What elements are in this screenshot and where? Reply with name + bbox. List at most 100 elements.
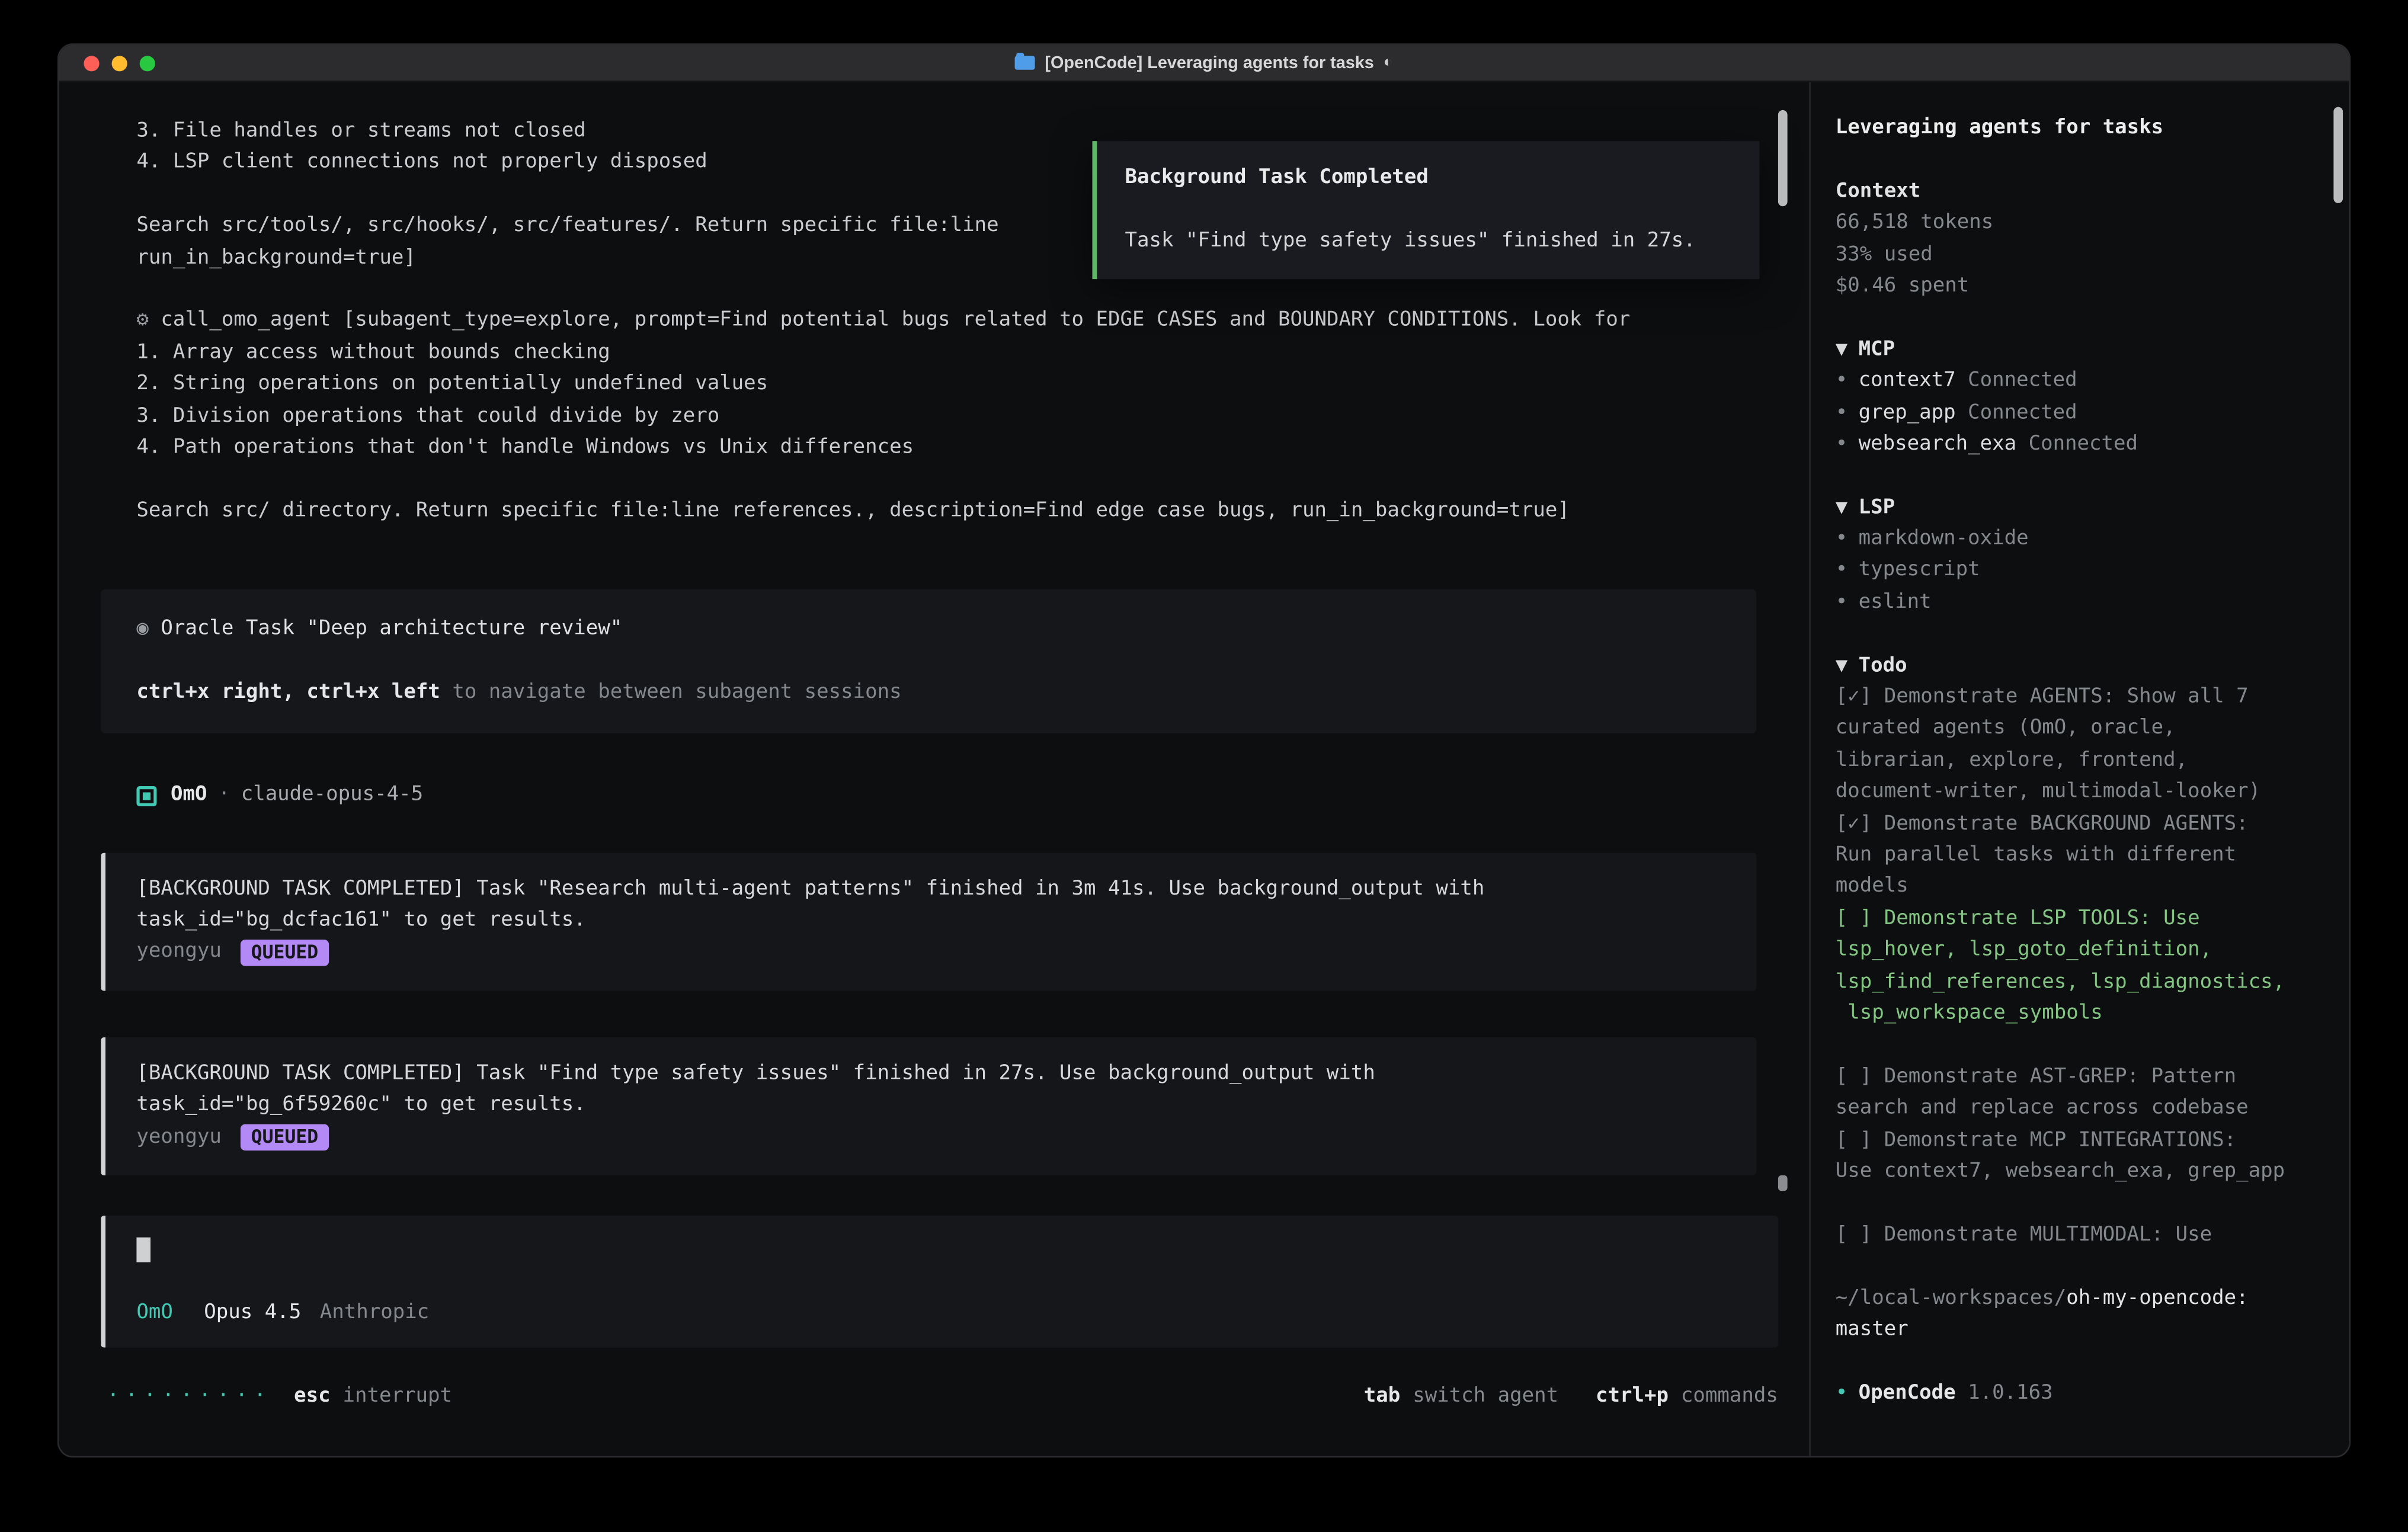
todo-item: [ ] Demonstrate AST-GREP: Pattern search… [1836, 1062, 2324, 1126]
tab-key-hint: tab [1364, 1381, 1400, 1412]
context-tokens: 66,518 tokens [1836, 208, 2324, 239]
mcp-section-header[interactable]: ▼ MCP [1836, 335, 2324, 366]
terminal-line: 4. Path operations that don't handle Win… [101, 432, 1778, 464]
spacer-line [1836, 145, 2324, 176]
context-spent: $0.46 spent [1836, 271, 2324, 303]
folder-icon [1016, 56, 1036, 70]
mcp-item: • context7 Connected [1836, 366, 2324, 398]
todo-item: [ ] Demonstrate MCP INTEGRATIONS: Use co… [1836, 1125, 2324, 1188]
todo-item: [ ] Demonstrate MULTIMODAL: Use [1836, 1220, 2324, 1252]
hint-keys: ctrl+x right, ctrl+x left [136, 681, 440, 704]
bullet-icon: • [1836, 1382, 1847, 1405]
model-status-line: OmO Opus 4.5 Anthropic [136, 1297, 1747, 1329]
terminal-line: 3. Division operations that could divide… [101, 401, 1778, 432]
message-line: task_id="bg_dcfac161" to get results. [136, 906, 1725, 937]
bullet-icon: • [1836, 591, 1847, 614]
workspace-path-prefix: ~/local-workspaces/ [1836, 1287, 2066, 1310]
record-icon: ◉ [136, 617, 148, 640]
lsp-item: •typescript [1836, 556, 2324, 587]
background-task-message: [BACKGROUND TASK COMPLETED] Task "Resear… [101, 852, 1756, 991]
spacer-line [1836, 619, 2324, 650]
lsp-heading: LSP [1859, 496, 1895, 519]
titlebar: [OpenCode] Leveraging agents for tasks ◐ [59, 45, 2349, 82]
agent-header: OmO · claude-opus-4-5 [101, 780, 1778, 812]
tool-call-line: ⚙ call_omo_agent [subagent_type=explore,… [101, 306, 1778, 338]
spacer-line [136, 646, 1725, 677]
gear-icon: ⚙ [136, 309, 148, 332]
background-task-message: [BACKGROUND TASK COMPLETED] Task "Find t… [101, 1037, 1756, 1175]
chevron-down-icon: ▼ [1836, 654, 1847, 677]
agent-name: OmO [171, 780, 207, 812]
toast-title: Background Task Completed [1125, 163, 1731, 194]
spacer-line [1836, 1347, 2324, 1378]
mcp-item: •websearch_exa Connected [1836, 430, 2324, 461]
app-version-row: •OpenCode 1.0.163 [1836, 1379, 2324, 1410]
message-meta: yeongyu QUEUED [136, 937, 1725, 969]
terminal-line: Search src/ directory. Return specific f… [101, 496, 1778, 527]
prompt-input[interactable]: OmO Opus 4.5 Anthropic [101, 1216, 1778, 1348]
input-provider-name: Anthropic [320, 1300, 429, 1323]
spacer-line [136, 1266, 1747, 1297]
spacer-line [1836, 303, 2324, 334]
oracle-task-panel: ◉ Oracle Task "Deep architecture review"… [101, 589, 1756, 734]
todo-item: [✓] Demonstrate BACKGROUND AGENTS: Run p… [1836, 809, 2324, 903]
chevron-down-icon: ▼ [1836, 496, 1847, 519]
screen: [OpenCode] Leveraging agents for tasks ◐… [0, 0, 2408, 1532]
spacer-line [101, 464, 1778, 495]
separator-dot: · [218, 780, 230, 812]
spacer-line [1836, 461, 2324, 492]
mcp-status: Connected [1968, 369, 2077, 392]
context-heading: Context [1836, 177, 2324, 208]
queued-badge: QUEUED [240, 940, 329, 966]
main-scrollbar-marker[interactable] [1778, 1175, 1788, 1191]
todo-heading: Todo [1859, 654, 1907, 677]
esc-key-hint: esc [294, 1381, 330, 1412]
close-button[interactable] [84, 55, 99, 70]
bullet-icon: • [1836, 401, 1847, 424]
workspace-path: ~/local-workspaces/oh-my-opencode: [1836, 1283, 2324, 1315]
todo-item: [✓] Demonstrate AGENTS: Show all 7 curat… [1836, 682, 2324, 809]
lsp-section-header[interactable]: ▼ LSP [1836, 493, 2324, 524]
mcp-name: context7 [1859, 369, 1956, 392]
minimize-button[interactable] [112, 55, 127, 70]
message-author: yeongyu [136, 1122, 221, 1153]
chevron-down-icon: ▼ [1836, 338, 1847, 361]
zoom-button[interactable] [140, 55, 155, 70]
todo-section-header[interactable]: ▼ Todo [1836, 650, 2324, 682]
window-title: [OpenCode] Leveraging agents for tasks [1045, 53, 1373, 72]
mcp-heading: MCP [1859, 338, 1895, 361]
oracle-task-title: Oracle Task "Deep architecture review" [161, 617, 622, 640]
agent-model: claude-opus-4-5 [241, 780, 423, 812]
message-line: task_id="bg_6f59260c" to get results. [136, 1091, 1725, 1122]
bullet-icon: • [1836, 432, 1847, 456]
oracle-task-title-line: ◉ Oracle Task "Deep architecture review" [136, 614, 1725, 646]
esc-key-label: interrupt [343, 1381, 452, 1412]
bullet-icon: • [1836, 369, 1847, 392]
lsp-name: markdown-oxide [1859, 527, 2029, 550]
context-used: 33% used [1836, 240, 2324, 271]
message-line: [BACKGROUND TASK COMPLETED] Task "Find t… [136, 1059, 1725, 1090]
bullet-icon: • [1836, 527, 1847, 550]
mcp-status: Connected [1968, 401, 2077, 424]
spacer-line [1125, 194, 1731, 226]
moon-icon: ◐ [1384, 55, 1393, 72]
mcp-name: grep_app [1859, 401, 1956, 424]
input-agent-name: OmO [136, 1300, 172, 1323]
spacer-line [1836, 1252, 2324, 1283]
lsp-item: •eslint [1836, 588, 2324, 619]
main-scrollbar-thumb[interactable] [1778, 110, 1788, 206]
background-task-toast[interactable]: Background Task Completed Task "Find typ… [1092, 141, 1759, 279]
toast-body: Task "Find type safety issues" finished … [1125, 226, 1731, 258]
message-meta: yeongyu QUEUED [136, 1122, 1725, 1153]
sidebar-scrollbar-thumb[interactable] [2333, 107, 2343, 203]
spinner-dots-icon: ········· [107, 1381, 273, 1412]
todo-item: [ ] Demonstrate LSP TOOLS: Use lsp_hover… [1836, 904, 2324, 1031]
input-cursor-line [136, 1234, 1747, 1265]
session-sidebar: Leveraging agents for tasks Context 66,5… [1809, 82, 2349, 1456]
app-name: OpenCode [1859, 1382, 1956, 1405]
ctrlp-key-hint: ctrl+p [1596, 1384, 1669, 1407]
workspace-repo: oh-my-opencode: [2066, 1287, 2248, 1310]
tab-key-label: switch agent [1413, 1381, 1558, 1412]
terminal-line: 2. String operations on potentially unde… [101, 369, 1778, 400]
input-model-name: Opus 4.5 [204, 1300, 301, 1323]
